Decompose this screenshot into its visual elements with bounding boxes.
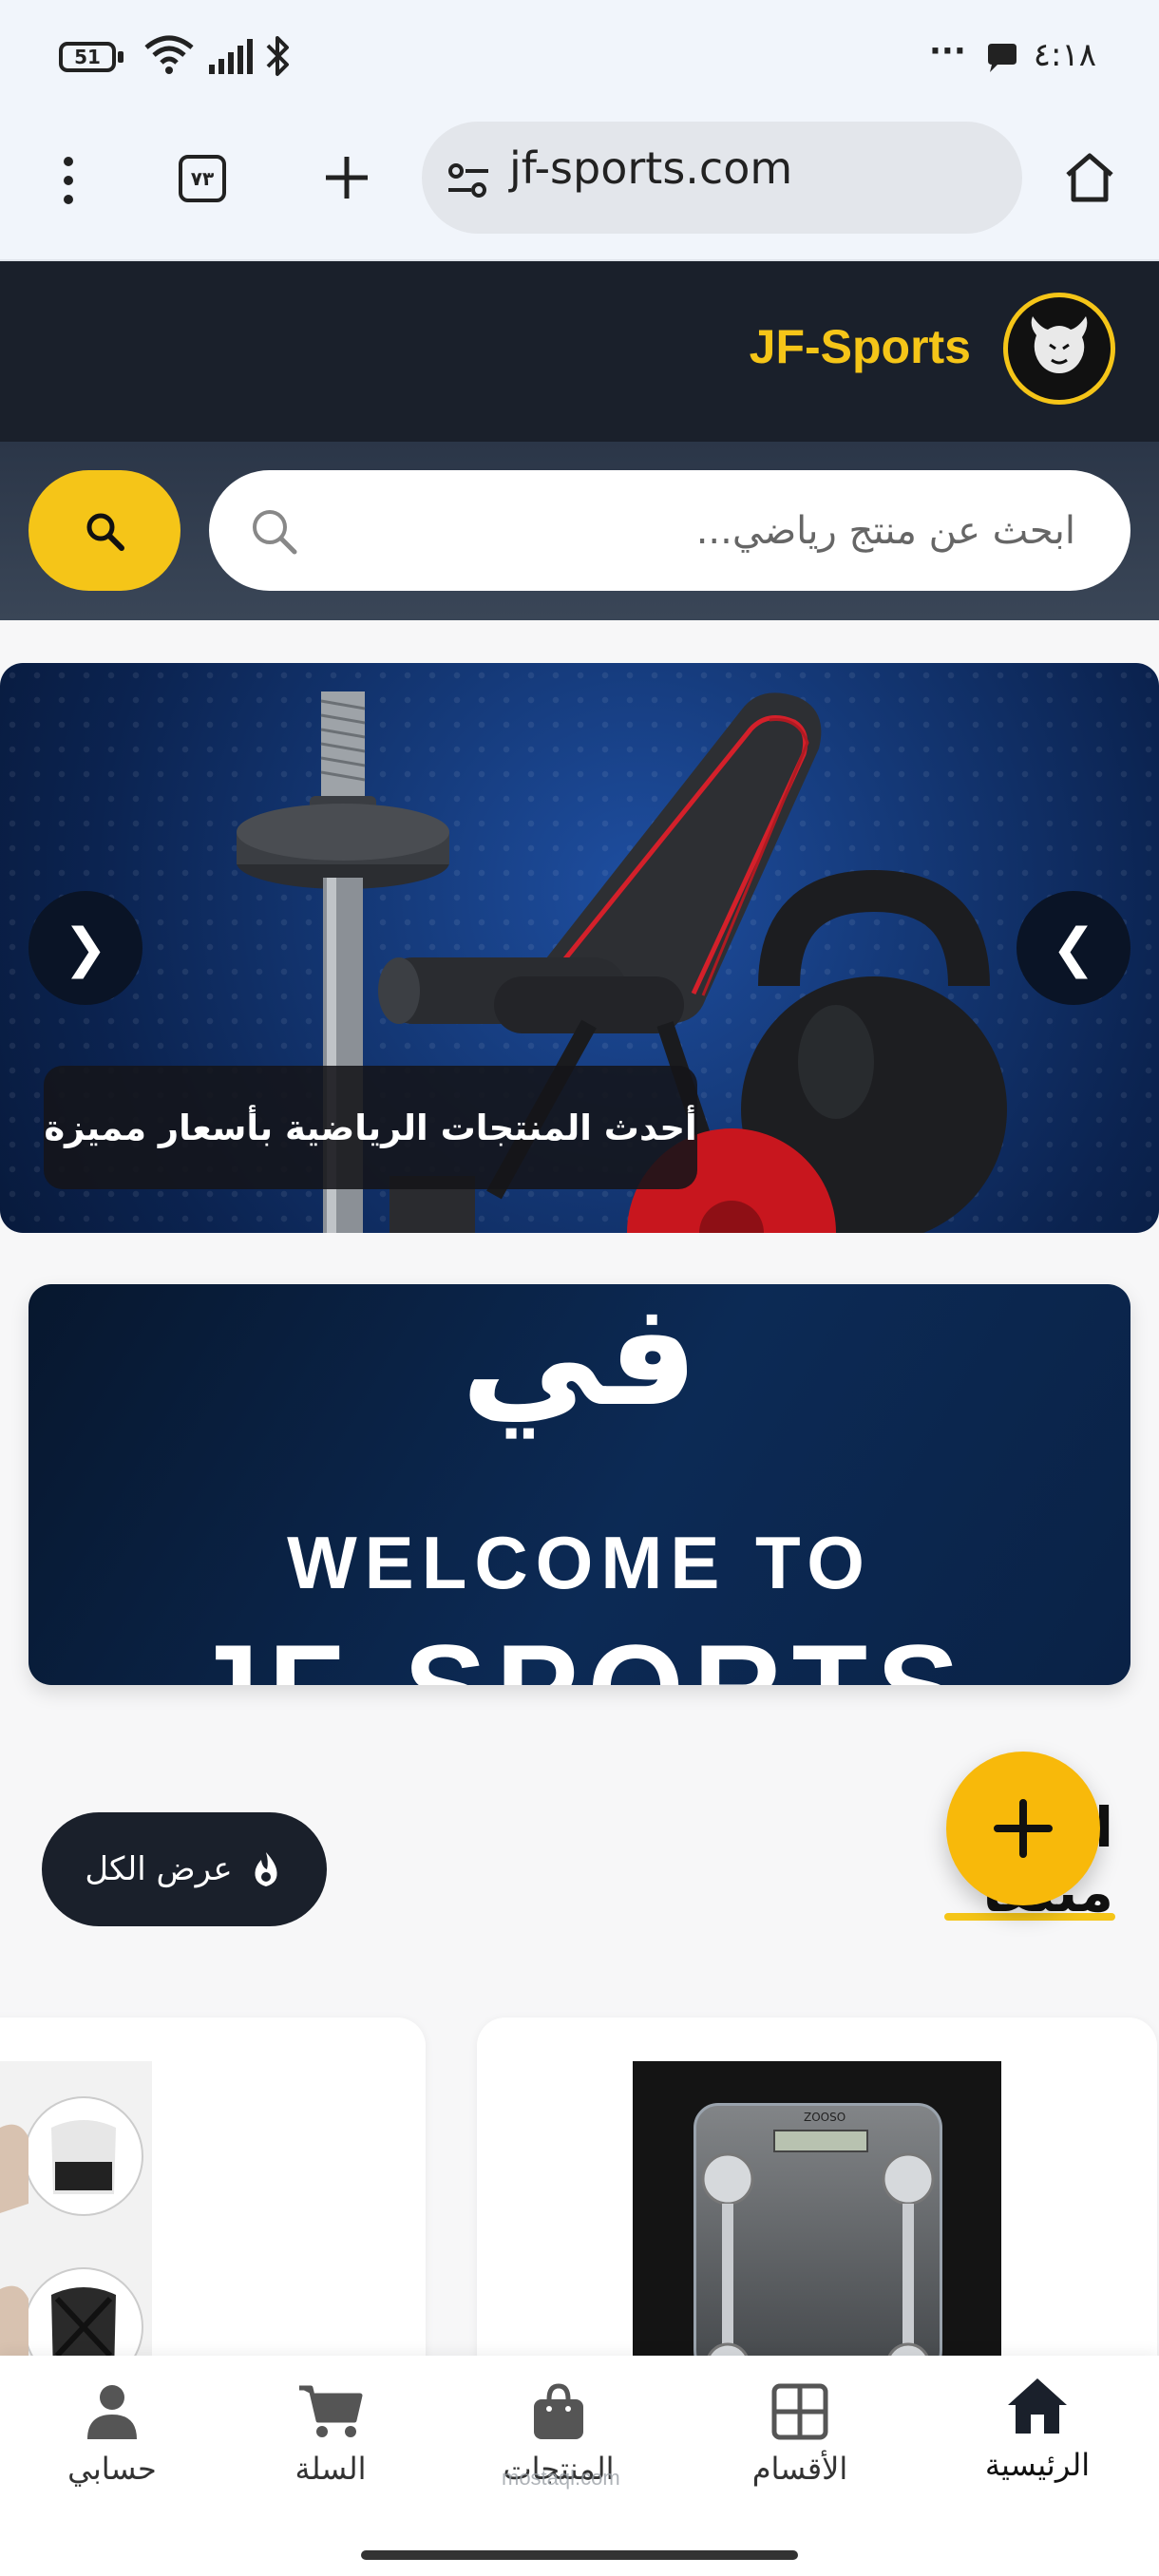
welcome-brand-text: JF-SPORTS bbox=[28, 1626, 1130, 1685]
view-all-label: عرض الكل bbox=[85, 1850, 233, 1888]
user-icon bbox=[87, 2385, 137, 2439]
welcome-heading: WELCOME TO bbox=[287, 1521, 872, 1604]
nav-label-categories: الأقسام bbox=[751, 2451, 848, 2487]
search-input[interactable] bbox=[209, 470, 1130, 591]
gesture-bar[interactable] bbox=[361, 2550, 798, 2560]
hero-next-arrow[interactable]: ❮ bbox=[1016, 891, 1130, 1005]
nav-label-account: حسابي bbox=[67, 2451, 157, 2487]
hero-caption: أحدث المنتجات الرياضية بأسعار مميزة bbox=[44, 1066, 697, 1189]
signal-icon bbox=[209, 39, 253, 74]
home-icon bbox=[1008, 2378, 1067, 2434]
welcome-brand-clip: JF-SPORTS bbox=[28, 1626, 1130, 1685]
hero-prev-arrow[interactable]: ❯ bbox=[28, 891, 142, 1005]
posture-brace-illustration bbox=[0, 2096, 143, 2387]
nav-item-products[interactable]: المنتجات bbox=[454, 2382, 663, 2544]
floating-add-button[interactable] bbox=[946, 1752, 1100, 1905]
wifi-icon bbox=[144, 35, 194, 74]
nav-label-cart: السلة bbox=[294, 2451, 367, 2487]
browser-menu-icon[interactable] bbox=[57, 152, 80, 209]
welcome-arabic-text: في bbox=[461, 1273, 698, 1438]
home-icon[interactable] bbox=[1062, 150, 1117, 205]
bluetooth-icon bbox=[266, 36, 289, 76]
watermark: mostaql.com bbox=[502, 2466, 620, 2490]
url-text[interactable]: jf-sports.com bbox=[509, 142, 792, 194]
site-header bbox=[0, 261, 1159, 442]
battery-tip bbox=[118, 51, 124, 63]
search-icon bbox=[86, 513, 124, 551]
search-button[interactable] bbox=[28, 470, 180, 591]
scale-brand: ZOOSO bbox=[804, 2111, 846, 2124]
brand-name[interactable]: JF-Sports bbox=[665, 319, 971, 374]
nav-label-home: الرئيسية bbox=[984, 2447, 1091, 2483]
battery-indicator: 51 bbox=[59, 42, 116, 72]
bull-logo-icon bbox=[1031, 316, 1088, 373]
new-tab-icon[interactable] bbox=[323, 154, 370, 201]
cart-icon bbox=[299, 2385, 363, 2437]
overflow-dots: ··· bbox=[929, 32, 966, 70]
grid-icon bbox=[771, 2383, 828, 2440]
search-icon bbox=[253, 510, 297, 555]
nav-item-account[interactable]: حسابي bbox=[8, 2382, 217, 2544]
brand-logo[interactable] bbox=[1003, 293, 1115, 405]
site-settings-icon[interactable] bbox=[446, 161, 490, 199]
plus-icon bbox=[994, 1799, 1053, 1858]
shopping-bag-icon bbox=[534, 2383, 583, 2439]
section-underline bbox=[944, 1913, 1115, 1921]
nav-item-categories[interactable]: الأقسام bbox=[695, 2382, 904, 2544]
fire-icon bbox=[255, 1852, 277, 1886]
status-time: ٤:١٨ bbox=[1033, 36, 1096, 74]
tab-switcher-button[interactable]: ٧٣ bbox=[179, 155, 226, 202]
chat-bubble-icon bbox=[988, 44, 1016, 72]
nav-item-home[interactable]: الرئيسية bbox=[933, 2375, 1142, 2536]
scale-electrodes bbox=[701, 2152, 935, 2384]
view-all-button[interactable]: عرض الكل bbox=[42, 1812, 327, 1926]
nav-item-cart[interactable]: السلة bbox=[226, 2382, 435, 2544]
